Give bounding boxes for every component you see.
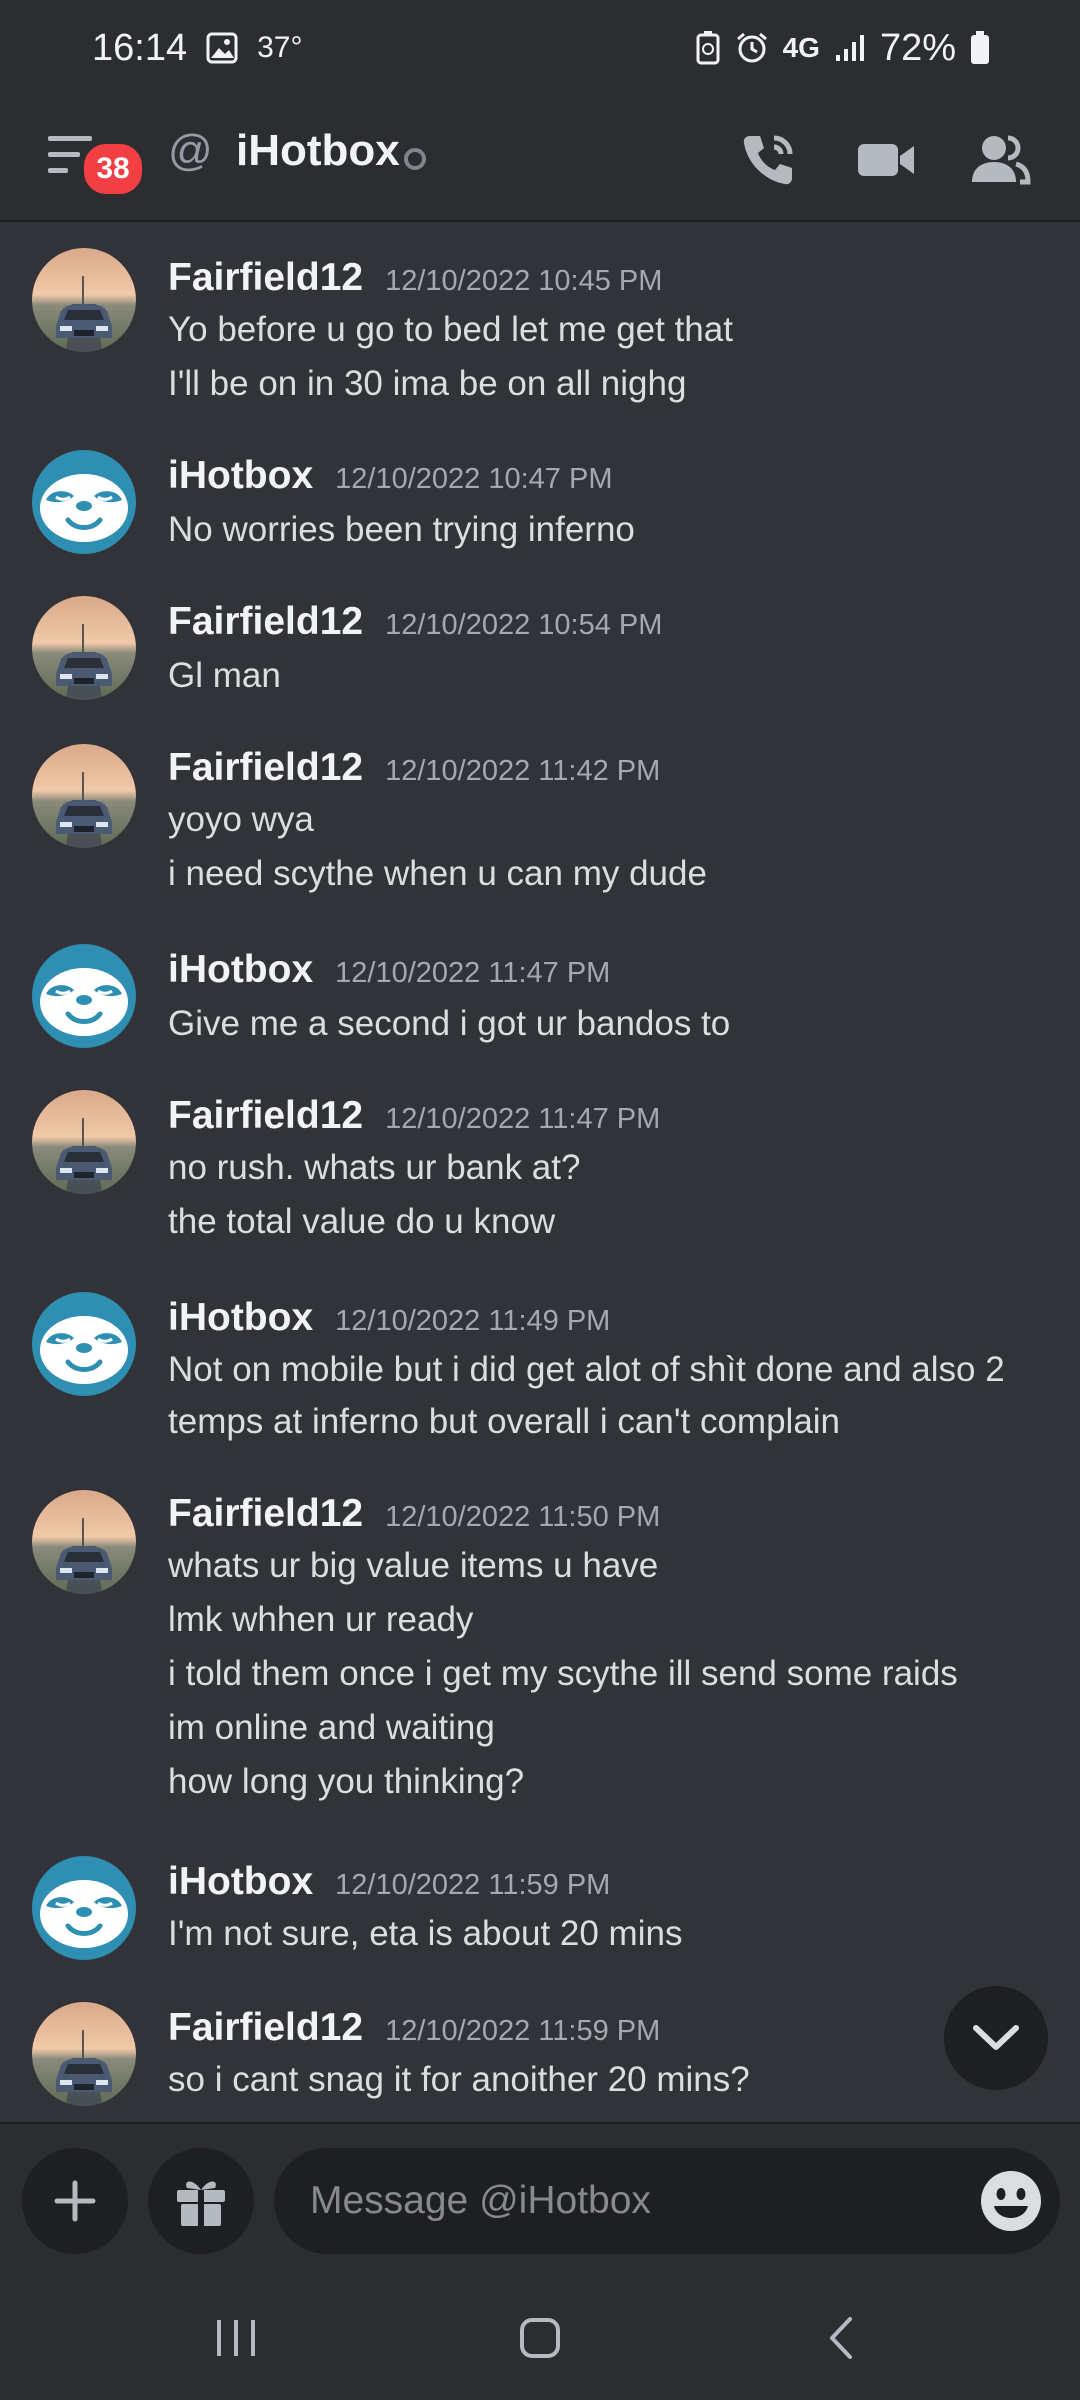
message-text: temps at inferno but overall i can't com…	[168, 1402, 841, 1441]
battery-saver-icon	[695, 30, 721, 66]
avatar[interactable]	[32, 944, 136, 1048]
offline-status-icon	[404, 148, 426, 170]
timestamp: 12/10/2022 11:59 PM	[385, 2015, 661, 2047]
author-name[interactable]: iHotbox	[168, 454, 313, 498]
message-text: Give me a second i got ur bandos to	[168, 1004, 731, 1043]
notification-badge: 38	[80, 140, 146, 198]
message-text: no rush. whats ur bank at?	[168, 1148, 581, 1187]
jump-to-latest-button[interactable]	[944, 1986, 1048, 2090]
message-text: I'll be on in 30 ima be on all nighg	[168, 364, 687, 403]
avatar[interactable]	[32, 1090, 136, 1194]
author-name[interactable]: iHotbox	[168, 1296, 313, 1340]
author-name[interactable]: iHotbox	[168, 1860, 313, 1904]
avatar[interactable]	[32, 248, 136, 352]
sloth-avatar-icon	[32, 1856, 136, 1960]
timestamp: 12/10/2022 11:47 PM	[385, 1103, 661, 1135]
car-avatar-icon	[32, 2002, 136, 2106]
back-button[interactable]	[802, 2306, 882, 2370]
gift-icon	[177, 2181, 225, 2226]
network-type: 4G	[782, 32, 820, 63]
video-call-button[interactable]	[850, 124, 922, 196]
message-input[interactable]: Message @iHotbox	[274, 2148, 1060, 2254]
timestamp: 12/10/2022 11:59 PM	[335, 1869, 611, 1901]
sloth-avatar-icon	[32, 450, 136, 554]
timestamp: 12/10/2022 10:45 PM	[385, 265, 663, 297]
message-text: Gl man	[168, 656, 281, 695]
message-text: im online and waiting	[168, 1708, 495, 1747]
avatar[interactable]	[32, 1292, 136, 1396]
car-avatar-icon	[32, 744, 136, 848]
phone-call-icon	[743, 135, 793, 185]
sloth-avatar-icon	[32, 1292, 136, 1396]
page-title[interactable]: iHotbox	[236, 126, 400, 176]
car-avatar-icon	[32, 596, 136, 700]
car-avatar-icon	[32, 1090, 136, 1194]
system-nav-bar	[0, 2276, 1080, 2400]
members-button[interactable]	[964, 124, 1036, 196]
timestamp: 12/10/2022 11:50 PM	[385, 1501, 661, 1533]
author-name[interactable]: Fairfield12	[168, 256, 363, 300]
message-text: how long you thinking?	[168, 1762, 525, 1801]
avatar[interactable]	[32, 2002, 136, 2106]
sloth-avatar-icon	[32, 944, 136, 1048]
avatar[interactable]	[32, 1490, 136, 1594]
avatar[interactable]	[32, 596, 136, 700]
message-text: whats ur big value items u have	[168, 1546, 659, 1585]
message-text: Yo before u go to bed let me get that	[168, 310, 733, 349]
chevron-down-icon	[973, 2025, 1019, 2050]
add-attachment-button[interactable]	[22, 2148, 128, 2254]
home-button[interactable]	[500, 2306, 580, 2370]
timestamp: 12/10/2022 10:54 PM	[385, 609, 663, 641]
smiley-icon	[981, 2171, 1041, 2231]
message-text: I'm not sure, eta is about 20 mins	[168, 1914, 683, 1953]
at-icon: @	[168, 126, 213, 175]
avatar[interactable]	[32, 744, 136, 848]
status-bar: 16:14 37° 4G 72%	[0, 0, 1080, 96]
car-avatar-icon	[32, 248, 136, 352]
message-text: No worries been trying inferno	[168, 510, 635, 549]
avatar[interactable]	[32, 450, 136, 554]
signal-icon	[834, 33, 866, 63]
author-name[interactable]: iHotbox	[168, 948, 313, 992]
author-name[interactable]: Fairfield12	[168, 1094, 363, 1138]
gift-button[interactable]	[148, 2148, 254, 2254]
author-name[interactable]: Fairfield12	[168, 600, 363, 644]
voice-call-button[interactable]	[732, 124, 804, 196]
recents-icon	[217, 2320, 255, 2356]
clock: 16:14	[92, 26, 188, 69]
battery-icon	[970, 31, 990, 65]
message-text: lmk whhen ur ready	[168, 1600, 474, 1639]
gallery-icon	[205, 31, 239, 65]
author-name[interactable]: Fairfield12	[168, 1492, 363, 1536]
message-text: i told them once i get my scythe ill sen…	[168, 1654, 958, 1693]
car-avatar-icon	[32, 1490, 136, 1594]
battery-level: 72%	[879, 26, 956, 69]
dm-header: 38 @ iHotbox	[0, 96, 1080, 222]
author-name[interactable]: Fairfield12	[168, 2006, 363, 2050]
recent-apps-button[interactable]	[196, 2306, 276, 2370]
plus-icon	[54, 2180, 96, 2222]
avatar[interactable]	[32, 1856, 136, 1960]
video-camera-icon	[858, 144, 914, 176]
author-name[interactable]: Fairfield12	[168, 746, 363, 790]
alarm-icon	[735, 31, 769, 65]
message-composer: Message @iHotbox	[0, 2122, 1080, 2278]
home-icon	[520, 2318, 560, 2358]
message-text: the total value do u know	[168, 1202, 556, 1241]
message-text: Not on mobile but i did get alot of shìt…	[168, 1350, 1005, 1389]
members-icon	[972, 135, 1031, 185]
message-text: so i cant snag it for anoither 20 mins?	[168, 2060, 750, 2099]
timestamp: 12/10/2022 11:42 PM	[385, 755, 661, 787]
menu-button[interactable]: 38	[44, 124, 146, 198]
timestamp: 12/10/2022 10:47 PM	[335, 463, 613, 495]
timestamp: 12/10/2022 11:49 PM	[335, 1305, 611, 1337]
back-icon	[830, 2317, 852, 2359]
emoji-button[interactable]	[974, 2164, 1048, 2238]
message-list[interactable]: Fairfield12 12/10/2022 10:45 PM Yo befor…	[0, 224, 1080, 2122]
timestamp: 12/10/2022 11:47 PM	[335, 957, 611, 989]
message-text: i need scythe when u can my dude	[168, 854, 707, 893]
temperature: 37°	[257, 31, 303, 64]
message-text: yoyo wya	[168, 800, 314, 839]
